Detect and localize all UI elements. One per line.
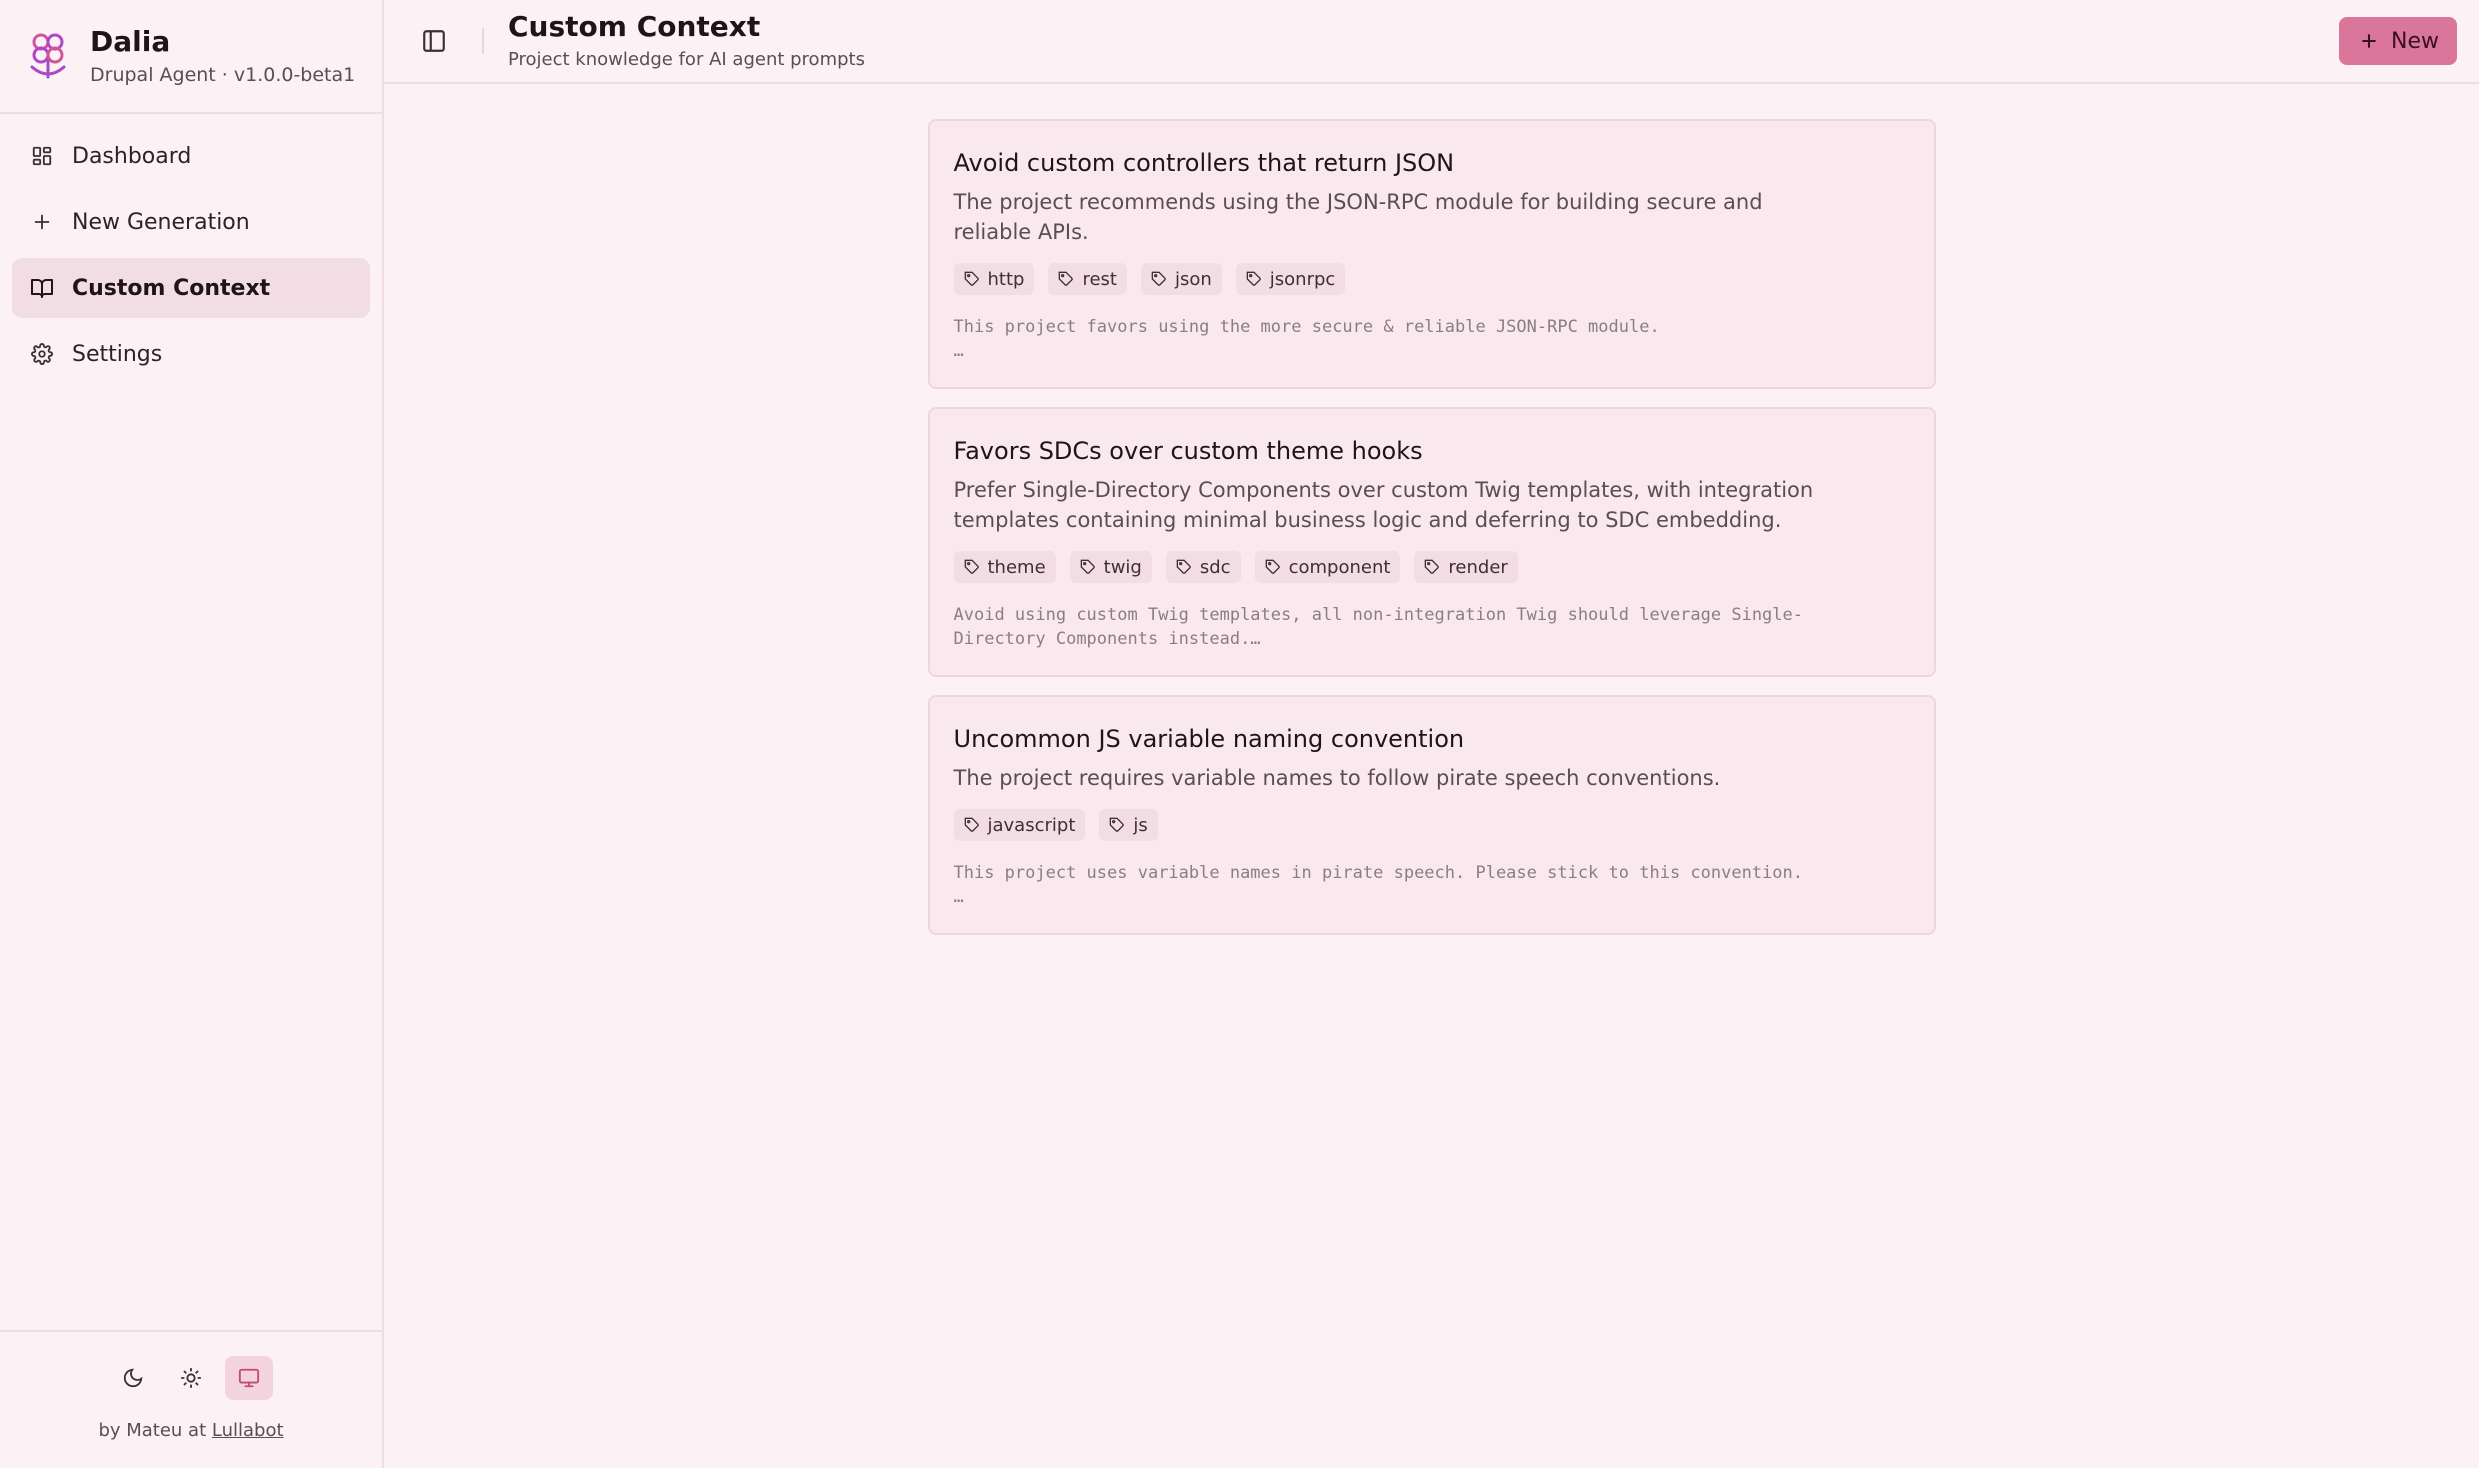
flower-logo-icon: [30, 33, 66, 79]
tag-label: component: [1288, 556, 1391, 578]
tag-icon: [1151, 271, 1166, 286]
gear-icon: [30, 342, 54, 366]
panel-left-icon: [423, 30, 445, 52]
tag: twig: [1069, 551, 1152, 583]
context-body-preview: This project uses variable names in pira…: [953, 863, 1804, 907]
page-title: Custom Context: [508, 10, 761, 43]
tag-icon: [1265, 559, 1280, 574]
credit-text: by Mateu at Lullabot: [98, 1420, 283, 1441]
brand-title: Dalia: [90, 25, 171, 58]
context-list: Avoid custom controllers that return JSO…: [384, 84, 2479, 1468]
app-root: Dalia Drupal Agent · v1.0.0-beta1 Dashbo…: [0, 0, 2479, 1468]
sidebar-item-label: New Generation: [72, 209, 250, 235]
sidebar-toggle-button[interactable]: [414, 21, 454, 61]
theme-switcher: [109, 1356, 273, 1400]
tag: component: [1254, 551, 1401, 583]
tag-label: sdc: [1199, 556, 1231, 578]
grid-icon: [30, 144, 54, 168]
tag-icon: [1246, 271, 1261, 286]
tag-label: rest: [1082, 268, 1117, 290]
book-open-icon: [30, 276, 54, 300]
page-header: Custom Context Project knowledge for AI …: [384, 0, 2479, 84]
theme-light-button[interactable]: [167, 1356, 215, 1400]
tag-list: javascript js: [953, 809, 1910, 841]
theme-system-button[interactable]: [225, 1356, 273, 1400]
context-card[interactable]: Uncommon JS variable naming convention T…: [927, 695, 1936, 935]
tag-icon: [964, 817, 979, 832]
context-title: Favors SDCs over custom theme hooks: [953, 437, 1423, 465]
tag: jsonrpc: [1235, 263, 1346, 295]
tag: javascript: [953, 809, 1086, 841]
tag-label: jsonrpc: [1269, 268, 1336, 290]
page-subtitle: Project knowledge for AI agent prompts: [508, 49, 865, 70]
tag: sdc: [1165, 551, 1241, 583]
context-card[interactable]: Avoid custom controllers that return JSO…: [927, 119, 1936, 389]
tag: js: [1099, 809, 1158, 841]
tag-icon: [964, 559, 979, 574]
context-description: The project requires variable names to f…: [953, 766, 1721, 790]
context-card[interactable]: Favors SDCs over custom theme hooks Pref…: [927, 407, 1936, 677]
new-button-label: New: [2391, 28, 2439, 54]
tag: http: [953, 263, 1035, 295]
sidebar-nav: Dashboard New Generation Custom Context …: [0, 114, 382, 396]
brand[interactable]: Dalia Drupal Agent · v1.0.0-beta1: [0, 0, 382, 114]
sidebar-item-settings[interactable]: Settings: [12, 324, 370, 384]
context-body-preview: Avoid using custom Twig templates, all n…: [953, 605, 1804, 649]
theme-dark-button[interactable]: [109, 1356, 157, 1400]
sidebar-item-label: Dashboard: [72, 143, 192, 169]
sidebar-item-new-generation[interactable]: New Generation: [12, 192, 370, 252]
credit-prefix: by Mateu at: [98, 1420, 207, 1441]
tag: json: [1140, 263, 1222, 295]
context-title: Uncommon JS variable naming convention: [953, 725, 1465, 753]
tag: theme: [953, 551, 1056, 583]
lullabot-link[interactable]: Lullabot: [212, 1420, 284, 1441]
plus-icon: [30, 210, 54, 234]
tag-icon: [1110, 817, 1125, 832]
monitor-icon: [238, 1368, 260, 1388]
context-body-preview: This project favors using the more secur…: [953, 317, 1660, 361]
brand-subtitle: Drupal Agent · v1.0.0-beta1: [90, 64, 356, 86]
sidebar-item-dashboard[interactable]: Dashboard: [12, 126, 370, 186]
tag-icon: [1425, 559, 1440, 574]
sun-icon: [180, 1367, 202, 1389]
tag-label: http: [987, 268, 1025, 290]
plus-icon: [2362, 34, 2376, 48]
sidebar-item-label: Custom Context: [72, 275, 271, 301]
tag: rest: [1048, 263, 1127, 295]
tag-icon: [1176, 559, 1191, 574]
tag-label: render: [1448, 556, 1508, 578]
header-divider: [482, 28, 484, 54]
tag-icon: [1059, 271, 1074, 286]
tag-label: json: [1174, 268, 1212, 290]
sidebar-footer: by Mateu at Lullabot: [0, 1330, 382, 1468]
tag-label: twig: [1103, 556, 1142, 578]
tag-label: javascript: [987, 814, 1076, 836]
tag: render: [1414, 551, 1518, 583]
tag-list: theme twig sdc component render: [953, 551, 1910, 583]
sidebar: Dalia Drupal Agent · v1.0.0-beta1 Dashbo…: [0, 0, 384, 1468]
context-description: The project recommends using the JSON-RP…: [953, 190, 1763, 244]
tag-icon: [1080, 559, 1095, 574]
context-title: Avoid custom controllers that return JSO…: [953, 149, 1455, 177]
tag-list: http rest json jsonrpc: [953, 263, 1910, 295]
tag-label: theme: [987, 556, 1046, 578]
sidebar-item-label: Settings: [72, 341, 163, 367]
new-context-button[interactable]: New: [2339, 17, 2457, 65]
context-description: Prefer Single-Directory Components over …: [953, 478, 1814, 532]
sidebar-item-custom-context[interactable]: Custom Context: [12, 258, 370, 318]
moon-icon: [123, 1368, 143, 1388]
tag-label: js: [1133, 814, 1148, 836]
main-area: Custom Context Project knowledge for AI …: [384, 0, 2479, 1468]
tag-icon: [964, 271, 979, 286]
